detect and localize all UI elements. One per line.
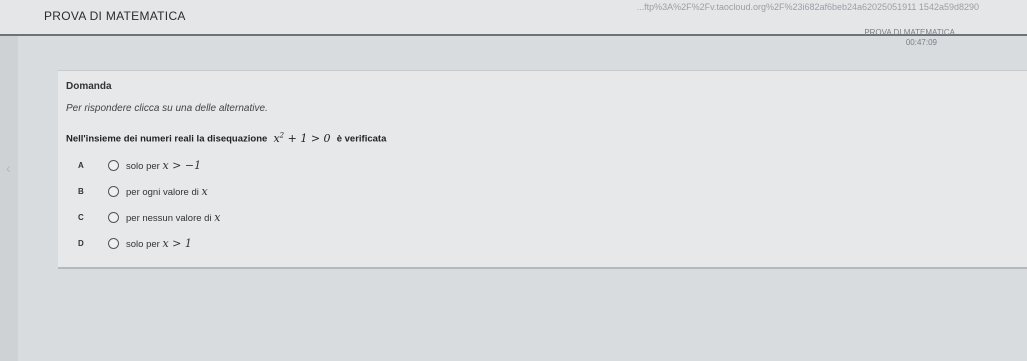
option-letter: A bbox=[78, 161, 84, 170]
option-a[interactable]: A solo per x > −1 bbox=[58, 157, 558, 183]
option-math: x bbox=[201, 185, 208, 198]
stem-text-before: Nell'insieme dei numeri reali la disequa… bbox=[66, 133, 268, 145]
option-label: solo per bbox=[126, 161, 163, 172]
option-letter: B bbox=[78, 187, 84, 196]
stem-text-after: è verificata bbox=[336, 133, 387, 145]
stem-math: x2 + 1 > 0 bbox=[270, 131, 334, 145]
left-rail: ‹ bbox=[0, 36, 18, 361]
radio-button[interactable] bbox=[108, 212, 119, 223]
app-title: PROVA DI MATEMATICA bbox=[44, 9, 186, 23]
option-letter: D bbox=[78, 239, 84, 248]
option-letter: C bbox=[78, 213, 84, 222]
option-math: x bbox=[214, 211, 221, 224]
section-title: Domanda bbox=[66, 81, 112, 92]
timer: 00:47:09 bbox=[905, 38, 937, 47]
option-text: solo per x > 1 bbox=[126, 237, 192, 250]
option-label: per nessun valore di bbox=[126, 213, 215, 224]
chevron-left-icon[interactable]: ‹ bbox=[6, 160, 11, 176]
stem-math-rest: + 1 > 0 bbox=[284, 131, 331, 145]
option-text: per nessun valore di x bbox=[126, 211, 220, 224]
option-text: solo per x > −1 bbox=[126, 159, 201, 172]
radio-button[interactable] bbox=[108, 160, 119, 171]
radio-button[interactable] bbox=[108, 238, 119, 249]
exam-name-label: PROVA DI MATEMATICA bbox=[864, 28, 955, 37]
option-math: x > −1 bbox=[162, 159, 202, 172]
radio-button[interactable] bbox=[108, 186, 119, 197]
option-text: per ogni valore di x bbox=[126, 185, 208, 198]
option-label: solo per bbox=[126, 239, 163, 250]
option-label: per ogni valore di bbox=[126, 187, 202, 198]
question-stem: Nell'insieme dei numeri reali la disequa… bbox=[66, 131, 386, 145]
option-math: x > 1 bbox=[162, 237, 192, 250]
question-panel: Domanda Per rispondere clicca su una del… bbox=[58, 70, 1027, 269]
instruction-text: Per rispondere clicca su una delle alter… bbox=[66, 103, 268, 114]
answer-options: A solo per x > −1 B per ogni valore di x… bbox=[58, 157, 558, 261]
option-c[interactable]: C per nessun valore di x bbox=[58, 209, 558, 235]
url-text: ...ftp%3A%2F%2Fv.taocloud.org%2F%23i682a… bbox=[636, 2, 979, 12]
option-b[interactable]: B per ogni valore di x bbox=[58, 183, 558, 209]
option-d[interactable]: D solo per x > 1 bbox=[58, 235, 558, 261]
